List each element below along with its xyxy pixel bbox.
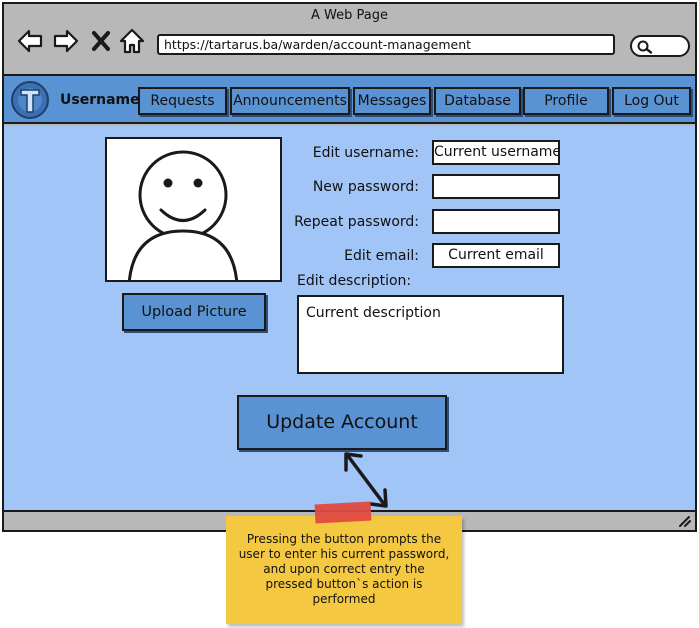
repeat-password-field[interactable] [432,209,560,234]
edit-username-field[interactable]: Current username [432,140,560,165]
new-password-field[interactable] [432,174,560,199]
arrow-left-icon[interactable] [16,28,44,54]
close-icon[interactable] [90,28,112,54]
nav-database-button[interactable]: Database [434,87,521,115]
top-navbar: Username Requests Announcements Messages… [4,74,695,124]
nav-profile-button[interactable]: Profile [523,87,609,115]
upload-picture-button[interactable]: Upload Picture [122,293,266,331]
edit-description-field[interactable]: Current description [297,295,564,374]
nav-requests-button[interactable]: Requests [138,87,227,115]
resize-grip-icon[interactable] [677,515,691,527]
tartarus-logo [10,80,50,120]
profile-picture [105,137,282,282]
search-input[interactable] [630,35,690,57]
nav-announcements-button[interactable]: Announcements [230,87,350,115]
home-icon[interactable] [118,28,146,54]
search-icon [637,40,653,54]
nav-messages-button[interactable]: Messages [353,87,431,115]
edit-email-label: Edit email: [344,248,419,264]
nav-logout-button[interactable]: Log Out [612,87,691,115]
window-title: A Web Page [311,8,388,23]
nav-username: Username [60,92,140,108]
address-bar[interactable]: https://tartarus.ba/warden/account-manag… [157,34,615,55]
update-account-button[interactable]: Update Account [237,395,447,450]
new-password-label: New password: [312,179,419,195]
arrow-right-icon[interactable] [52,28,80,54]
edit-description-label: Edit description: [297,273,412,289]
edit-username-label: Edit username: [312,145,419,161]
annotation-note: Pressing the button prompts the user to … [226,516,462,624]
edit-email-field[interactable]: Current email [432,243,560,268]
repeat-password-label: Repeat password: [294,214,419,230]
note-tape [314,501,372,524]
